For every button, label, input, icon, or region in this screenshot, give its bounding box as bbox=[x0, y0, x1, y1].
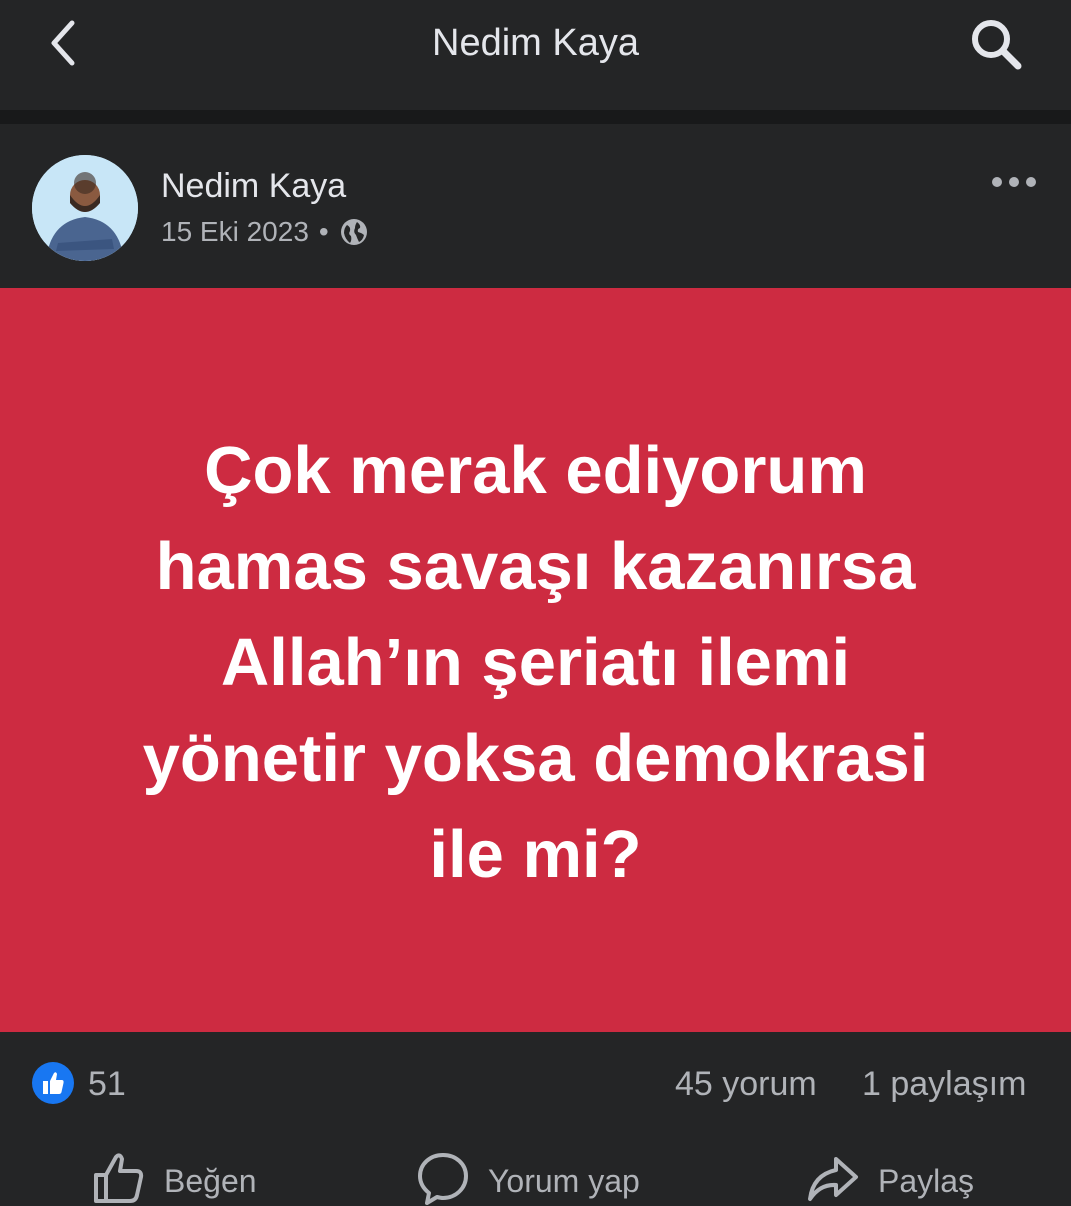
like-count[interactable]: 51 bbox=[88, 1064, 126, 1104]
thumbs-up-icon bbox=[94, 1153, 144, 1203]
post-text-line: yönetir yoksa demokrasi bbox=[142, 721, 929, 796]
post-text-line: Allah’ın şeriatı ilemi bbox=[220, 625, 851, 700]
share-arrow-icon bbox=[808, 1157, 858, 1201]
post-meta: 15 Eki 2023 • bbox=[161, 214, 369, 250]
comment-button[interactable]: Yorum yap bbox=[416, 1150, 640, 1206]
comments-count[interactable]: 45 yorum bbox=[675, 1064, 817, 1104]
more-options-button[interactable] bbox=[986, 164, 1042, 200]
meta-separator: • bbox=[318, 216, 329, 247]
page-title: Nedim Kaya bbox=[432, 22, 639, 64]
post-text-image[interactable]: Çok merak ediyorum hamas savaşı kazanırs… bbox=[0, 288, 1071, 1032]
avatar[interactable] bbox=[32, 155, 138, 261]
globe-icon bbox=[340, 219, 367, 245]
post-header: Nedim Kaya 15 Eki 2023 • bbox=[0, 124, 1071, 288]
share-button[interactable]: Paylaş bbox=[806, 1150, 974, 1206]
comment-button-label: Yorum yap bbox=[488, 1163, 640, 1199]
post-date[interactable]: 15 Eki 2023 bbox=[161, 214, 309, 250]
post-text: Çok merak ediyorum hamas savaşı kazanırs… bbox=[56, 423, 1016, 903]
like-button-label: Beğen bbox=[164, 1163, 257, 1199]
section-divider bbox=[0, 110, 1071, 124]
post-text-line: hamas savaşı kazanırsa bbox=[155, 529, 916, 604]
reaction-stats: 51 45 yorum 1 paylaşım bbox=[0, 1032, 1071, 1142]
search-icon bbox=[972, 20, 1022, 70]
shares-count[interactable]: 1 paylaşım bbox=[862, 1064, 1026, 1104]
post-actions: Beğen Yorum yap Paylaş bbox=[0, 1142, 1071, 1205]
search-button[interactable] bbox=[962, 16, 1030, 72]
profile-photo-icon bbox=[32, 155, 138, 261]
top-navigation-bar: Nedim Kaya bbox=[0, 0, 1071, 110]
like-reaction-icon[interactable] bbox=[32, 1062, 74, 1104]
post-text-line: Çok merak ediyorum bbox=[204, 433, 867, 508]
comment-bubble-icon bbox=[418, 1153, 468, 1205]
author-name[interactable]: Nedim Kaya bbox=[161, 164, 346, 208]
like-button[interactable]: Beğen bbox=[92, 1150, 257, 1206]
more-horizontal-icon bbox=[992, 177, 1036, 187]
share-button-label: Paylaş bbox=[878, 1163, 975, 1199]
post-text-line: ile mi? bbox=[429, 817, 642, 892]
